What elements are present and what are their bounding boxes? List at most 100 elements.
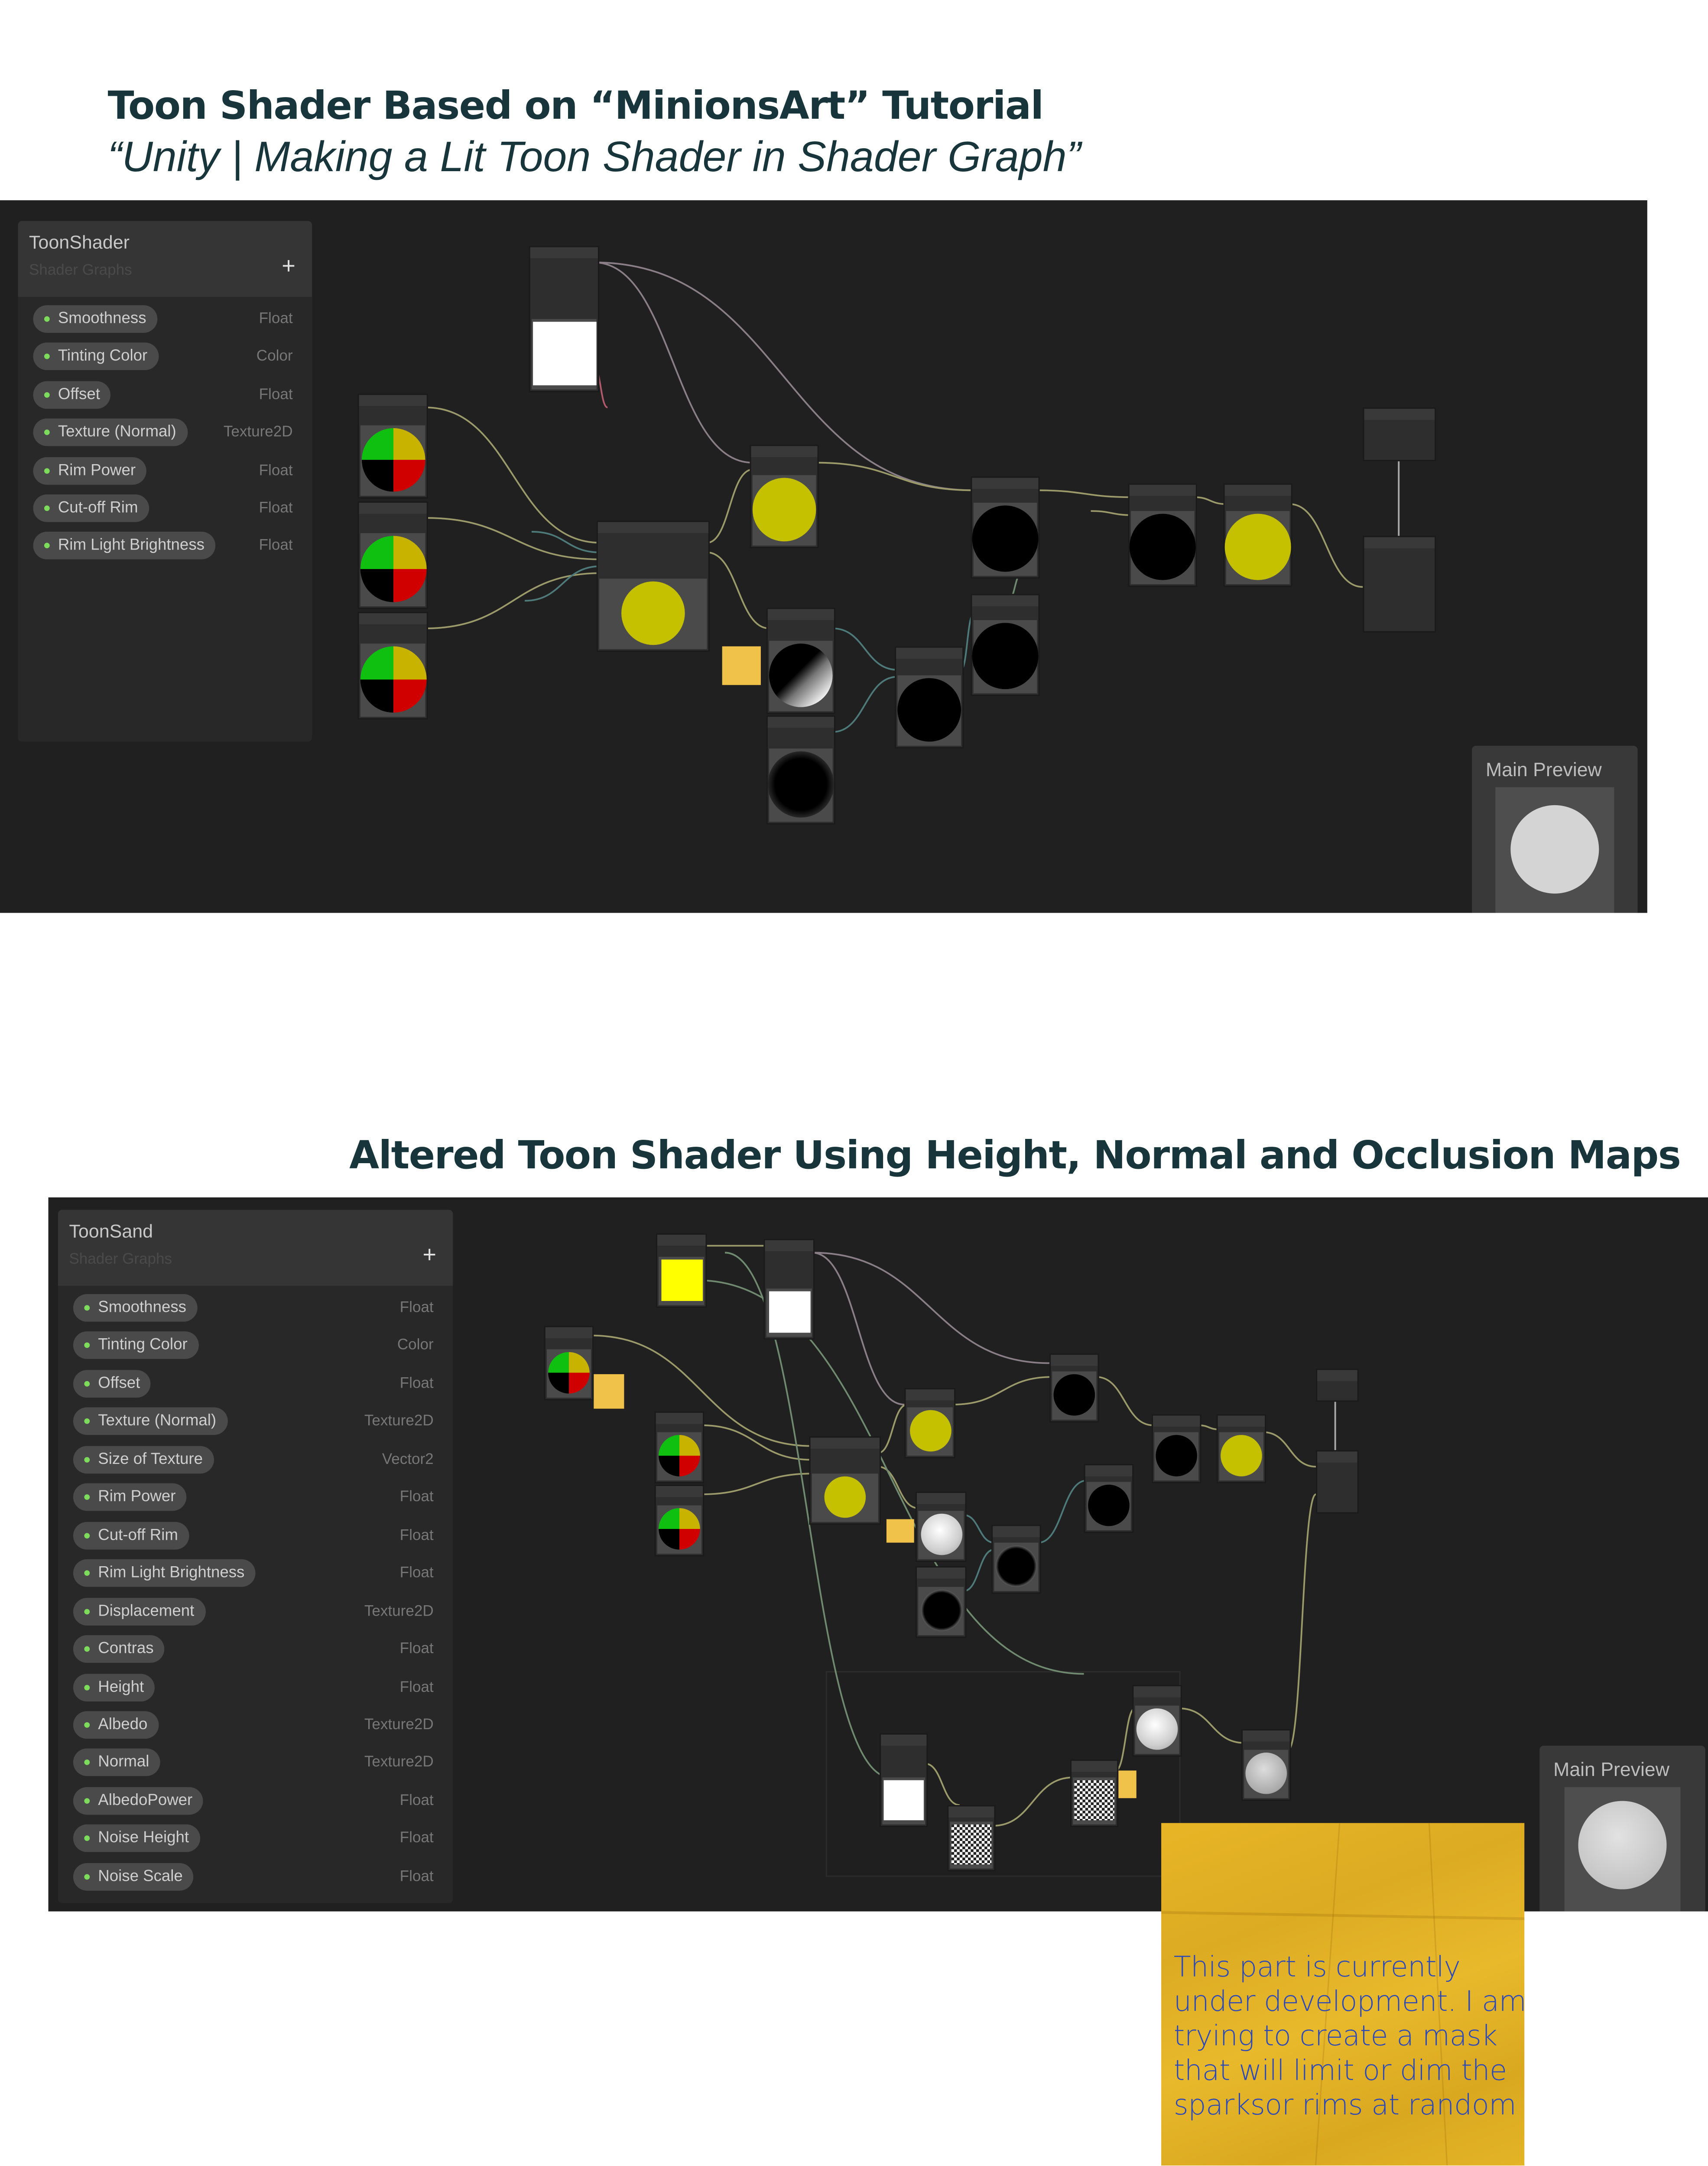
add-node[interactable] — [1151, 1414, 1201, 1483]
node-header[interactable] — [1218, 1415, 1265, 1427]
node-header[interactable] — [597, 522, 708, 533]
vertex-master-node[interactable] — [1316, 1369, 1359, 1402]
node-header[interactable] — [881, 1734, 927, 1746]
graph-sticky-note[interactable] — [722, 646, 761, 685]
main-preview-viewport[interactable] — [1564, 1787, 1681, 1912]
fragment-master-node[interactable] — [1316, 1450, 1359, 1514]
blackboard-property[interactable]: Cut-off Rim Float — [18, 494, 312, 522]
node-header[interactable] — [993, 1526, 1040, 1537]
blackboard-property[interactable]: Height Float — [58, 1673, 453, 1701]
step-node[interactable] — [1084, 1464, 1134, 1533]
multiply-node[interactable] — [1132, 1685, 1182, 1757]
normal-node[interactable] — [357, 501, 428, 609]
property-pill[interactable]: Rim Light Brightness — [33, 532, 216, 560]
blackboard-property[interactable]: Rim Power Float — [58, 1483, 453, 1512]
blackboard-property[interactable]: Texture (Normal) Texture2D — [58, 1408, 453, 1436]
blackboard-property[interactable]: Displacement Texture2D — [58, 1597, 453, 1625]
noise-node[interactable] — [947, 1805, 996, 1872]
blackboard-property[interactable]: Contras Float — [58, 1635, 453, 1663]
position-node[interactable] — [357, 611, 428, 720]
property-pill[interactable]: AlbedoPower — [73, 1787, 204, 1815]
shader-graph-canvas-2[interactable]: ToonSand Shader Graphs + Smoothness Float… — [48, 1197, 1708, 1912]
normal-node[interactable] — [654, 1411, 705, 1483]
property-pill[interactable]: Displacement — [73, 1597, 205, 1625]
blackboard-property[interactable]: Smoothness Float — [58, 1294, 453, 1322]
normal-vector-node[interactable] — [544, 1326, 594, 1401]
position-node[interactable] — [654, 1484, 705, 1557]
multiply-node[interactable] — [895, 646, 964, 749]
property-pill[interactable]: Offset — [73, 1369, 151, 1398]
node-header[interactable] — [1317, 1370, 1357, 1381]
sample-texture-node[interactable] — [763, 1239, 815, 1340]
node-header[interactable] — [1133, 1686, 1181, 1698]
sample-texture-node[interactable] — [529, 246, 600, 393]
blackboard-property[interactable]: Normal Texture2D — [58, 1749, 453, 1777]
noise-node[interactable] — [1070, 1759, 1119, 1828]
blackboard-property[interactable]: Albedo Texture2D — [58, 1711, 453, 1739]
property-pill[interactable]: Noise Height — [73, 1825, 200, 1853]
node-header[interactable] — [1085, 1465, 1133, 1477]
main-preview-viewport[interactable] — [1495, 787, 1614, 913]
property-pill[interactable]: Albedo — [73, 1711, 159, 1739]
graph-sticky-note[interactable] — [1118, 1770, 1137, 1798]
node-header[interactable] — [1364, 537, 1435, 549]
property-pill[interactable]: Smoothness — [73, 1294, 198, 1322]
graph-sticky-note[interactable] — [594, 1374, 624, 1409]
node-header[interactable] — [896, 647, 963, 659]
node-header[interactable] — [1051, 1355, 1098, 1366]
blackboard-property[interactable]: Size of Texture Vector2 — [58, 1445, 453, 1473]
property-pill[interactable]: Cut-off Rim — [33, 494, 149, 522]
property-pill[interactable]: Tinting Color — [73, 1332, 199, 1360]
blackboard-property[interactable]: Rim Power Float — [18, 456, 312, 485]
blackboard-property[interactable]: Texture (Normal) Texture2D — [18, 419, 312, 446]
node-header[interactable] — [972, 478, 1039, 489]
node-header[interactable] — [917, 1493, 965, 1504]
blackboard-property[interactable]: AlbedoPower Float — [58, 1787, 453, 1815]
node-header[interactable] — [1071, 1761, 1117, 1772]
node-header[interactable] — [1224, 485, 1291, 496]
fresnel-node[interactable] — [915, 1566, 967, 1638]
step-node[interactable] — [1049, 1353, 1099, 1423]
property-pill[interactable]: Height — [73, 1673, 155, 1701]
graph-sticky-note[interactable] — [886, 1519, 914, 1543]
property-pill[interactable]: Contras — [73, 1635, 165, 1663]
multiply-node[interactable] — [1223, 483, 1292, 587]
property-pill[interactable]: Rim Power — [73, 1483, 187, 1512]
multiply-node[interactable] — [904, 1388, 956, 1459]
add-node[interactable] — [1128, 483, 1197, 587]
property-pill[interactable]: Tinting Color — [33, 343, 159, 371]
blackboard-property[interactable]: Rim Light Brightness Float — [58, 1559, 453, 1587]
property-pill[interactable]: Size of Texture — [73, 1445, 214, 1473]
multiply-node[interactable] — [1216, 1414, 1266, 1483]
node-header[interactable] — [359, 613, 427, 624]
add-node[interactable] — [1241, 1729, 1291, 1801]
property-pill[interactable]: Cut-off Rim — [73, 1521, 189, 1549]
dot-product-node[interactable] — [915, 1491, 967, 1562]
blackboard-property[interactable]: Offset Float — [18, 381, 312, 409]
node-header[interactable] — [656, 1413, 703, 1424]
step-node[interactable] — [971, 476, 1040, 579]
node-header[interactable] — [1243, 1730, 1290, 1742]
property-pill[interactable]: Offset — [33, 381, 111, 409]
blackboard-property[interactable]: Noise Height Float — [58, 1825, 453, 1853]
node-header[interactable] — [530, 247, 598, 258]
node-header[interactable] — [972, 595, 1039, 607]
blackboard-property[interactable]: Noise Scale Float — [58, 1863, 453, 1890]
vertex-master-node[interactable] — [1363, 407, 1436, 462]
blackboard-property[interactable]: Tinting Color Color — [58, 1332, 453, 1360]
multiply-node[interactable] — [750, 445, 819, 549]
node-header[interactable] — [767, 609, 834, 620]
node-header[interactable] — [1317, 1451, 1357, 1463]
sample-texture-node[interactable] — [879, 1733, 928, 1828]
node-header[interactable] — [1364, 409, 1435, 420]
node-header[interactable] — [767, 716, 834, 728]
custom-function-node[interactable] — [809, 1436, 881, 1525]
blackboard-property[interactable]: Smoothness Float — [18, 305, 312, 333]
shader-graph-canvas-1[interactable]: ToonShader Shader Graphs + Smoothness Flo… — [0, 200, 1647, 913]
plus-icon[interactable]: + — [422, 1243, 436, 1266]
blackboard-property[interactable]: Tinting Color Color — [18, 343, 312, 371]
node-header[interactable] — [359, 395, 427, 406]
node-header[interactable] — [810, 1437, 880, 1449]
main-preview-panel[interactable]: Main Preview — [1472, 745, 1638, 913]
node-header[interactable] — [948, 1806, 994, 1818]
